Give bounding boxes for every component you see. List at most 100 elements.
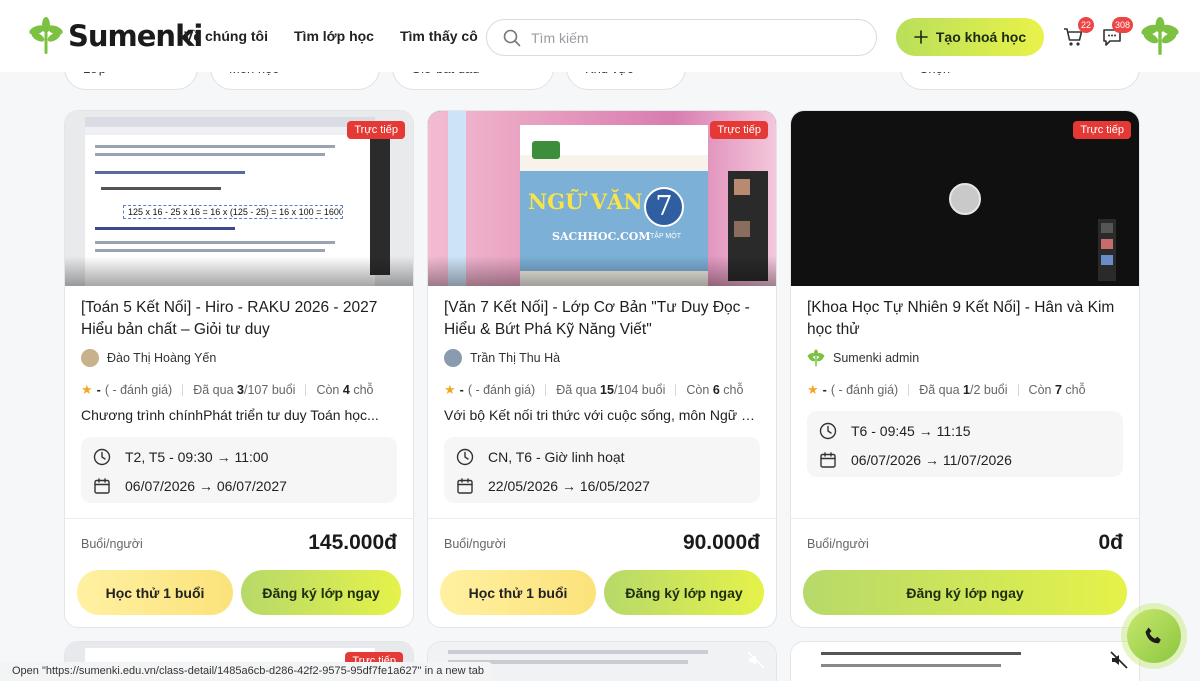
schedule-time: T6 - 09:45 → 11:15 — [851, 423, 971, 439]
teacher-avatar — [81, 349, 99, 367]
chat-button[interactable]: 308 — [1101, 17, 1133, 48]
schedule-dates: 06/07/2026 → 06/07/2027 — [125, 478, 287, 494]
sessions-suffix: buổi — [983, 383, 1008, 397]
thumb-site: SACHHOC.COM — [552, 230, 651, 243]
top-header: Sumenki Về chúng tôi Tìm lớp học Tìm thấ… — [0, 0, 1200, 72]
calendar-icon — [94, 478, 110, 494]
call-button[interactable] — [1127, 609, 1181, 663]
schedule-time: T2, T5 - 09:30 → 11:00 — [125, 449, 269, 465]
sessions-passed-label: Đã qua — [556, 383, 597, 397]
sessions-total: /104 — [613, 383, 639, 397]
thumb-math: 125 x 16 - 25 x 16 = 16 x (125 - 25) = 1… — [123, 205, 343, 219]
logo-text: Sumenki — [68, 19, 203, 53]
course-description: Chương trình chínhPhát triển tư duy Toán… — [81, 407, 379, 423]
course-stats: ★ - ( - đánh giá) Đã qua 1/2 buổi Còn 7 … — [807, 382, 1086, 398]
search-input[interactable] — [531, 29, 851, 46]
course-description: Với bộ Kết nối tri thức với cuộc sống, m… — [444, 407, 762, 423]
course-stats: ★ - ( - đánh giá) Đã qua 3/107 buổi Còn … — [81, 382, 373, 398]
clock-icon — [819, 422, 837, 440]
register-button[interactable]: Đăng ký lớp ngay — [803, 570, 1127, 615]
rating-count: ( - đánh giá) — [104, 383, 173, 397]
course-card-partial[interactable] — [790, 641, 1140, 681]
sessions-suffix: buổi — [641, 383, 666, 397]
clock-icon — [93, 448, 111, 466]
cart-button[interactable]: 22 — [1062, 17, 1094, 48]
palm-logo-icon — [29, 17, 63, 54]
seats-remaining: 4 — [342, 383, 350, 397]
rating-value: - — [822, 383, 827, 397]
course-title[interactable]: [Văn 7 Kết Nối] - Lớp Cơ Bản "Tư Duy Đọc… — [444, 297, 762, 341]
course-price: 0đ — [1098, 531, 1123, 554]
create-course-button[interactable]: Tạo khoá học — [896, 18, 1044, 56]
seats-label: Còn — [316, 383, 340, 397]
course-card[interactable]: NGỮ VĂN 7 SACHHOC.COM TẬP MỘT Trực tiếp … — [427, 110, 777, 628]
seats-suffix: chỗ — [723, 383, 744, 397]
course-title[interactable]: [Toán 5 Kết Nối] - Hiro - RAKU 2026 - 20… — [81, 297, 399, 341]
browser-status-bar: Open "https://sumenki.edu.vn/class-detai… — [0, 662, 492, 681]
register-button[interactable]: Đăng ký lớp ngay — [241, 570, 401, 615]
rating-value: - — [459, 383, 464, 397]
rating-value: - — [96, 383, 101, 397]
calendar-icon — [457, 478, 473, 494]
course-title[interactable]: [Khoa Học Tự Nhiên 9 Kết Nối] - Hân và K… — [807, 297, 1125, 341]
schedule-dates: 22/05/2026 → 16/05/2027 — [488, 478, 650, 494]
muted-icon[interactable] — [746, 650, 766, 670]
search-box[interactable] — [486, 19, 877, 56]
teacher-avatar-icon — [807, 349, 825, 367]
course-thumbnail[interactable]: 125 x 16 - 25 x 16 = 16 x (125 - 25) = 1… — [65, 111, 413, 286]
course-card[interactable]: Trực tiếp [Khoa Học Tự Nhiên 9 Kết Nối] … — [790, 110, 1140, 628]
course-thumbnail[interactable]: NGỮ VĂN 7 SACHHOC.COM TẬP MỘT Trực tiếp — [428, 111, 776, 286]
course-stats: ★ - ( - đánh giá) Đã qua 15/104 buổi Còn… — [444, 382, 743, 398]
sessions-total: /2 — [969, 383, 981, 397]
create-course-label: Tạo khoá học — [935, 29, 1027, 45]
course-price: 90.000đ — [682, 531, 760, 554]
star-icon: ★ — [807, 382, 819, 397]
teacher-avatar — [444, 349, 462, 367]
seats-remaining: 6 — [712, 383, 720, 397]
price-unit: Buổi/người — [444, 537, 506, 551]
schedule-time: CN, T6 - Giờ linh hoạt — [488, 449, 625, 465]
trial-button[interactable]: Học thử 1 buổi — [77, 570, 233, 615]
seats-label: Còn — [686, 383, 710, 397]
chat-badge: 308 — [1111, 17, 1133, 33]
teacher-info[interactable]: Trần Thị Thu Hà — [444, 349, 560, 367]
nav-about[interactable]: Về chúng tôi — [184, 28, 268, 44]
course-card[interactable]: 125 x 16 - 25 x 16 = 16 x (125 - 25) = 1… — [64, 110, 414, 628]
live-badge: Trực tiếp — [347, 121, 405, 139]
seats-suffix: chỗ — [353, 383, 374, 397]
teacher-name: Đào Thị Hoàng Yến — [107, 351, 217, 365]
sessions-passed-label: Đã qua — [919, 383, 960, 397]
schedule-dates: 06/07/2026 → 11/07/2026 — [851, 452, 1012, 468]
seats-remaining: 7 — [1054, 383, 1062, 397]
phone-icon — [1145, 627, 1161, 644]
teacher-info[interactable]: Sumenki admin — [807, 349, 919, 367]
trial-button[interactable]: Học thử 1 buổi — [440, 570, 596, 615]
user-avatar-icon[interactable] — [1140, 16, 1180, 56]
teacher-name: Sumenki admin — [833, 351, 920, 365]
star-icon: ★ — [81, 382, 93, 397]
main-nav: Về chúng tôi Tìm lớp học Tìm thấy cô — [184, 28, 478, 44]
clock-icon — [456, 448, 474, 466]
sessions-total: /107 — [243, 383, 269, 397]
plus-icon — [914, 30, 928, 44]
star-icon: ★ — [444, 382, 456, 397]
sessions-passed-label: Đã qua — [193, 383, 234, 397]
participant-avatar — [949, 183, 981, 215]
register-button[interactable]: Đăng ký lớp ngay — [604, 570, 764, 615]
course-price: 145.000đ — [308, 531, 397, 554]
thumb-book-number: 7 — [644, 187, 684, 227]
sessions-passed: 1 — [963, 383, 970, 397]
seats-label: Còn — [1028, 383, 1052, 397]
nav-find-teacher[interactable]: Tìm thấy cô — [400, 28, 478, 44]
calendar-icon — [820, 452, 836, 468]
schedule-box: T6 - 09:45 → 11:15 06/07/2026 → 11/07/20… — [807, 411, 1123, 477]
sessions-suffix: buổi — [271, 383, 296, 397]
muted-icon[interactable] — [1109, 650, 1129, 670]
teacher-info[interactable]: Đào Thị Hoàng Yến — [81, 349, 216, 367]
nav-find-class[interactable]: Tìm lớp học — [294, 28, 374, 44]
course-thumbnail[interactable]: Trực tiếp — [791, 111, 1139, 286]
cart-badge: 22 — [1077, 17, 1094, 33]
live-badge: Trực tiếp — [710, 121, 768, 139]
seats-suffix: chỗ — [1065, 383, 1086, 397]
site-logo[interactable]: Sumenki — [28, 16, 203, 56]
